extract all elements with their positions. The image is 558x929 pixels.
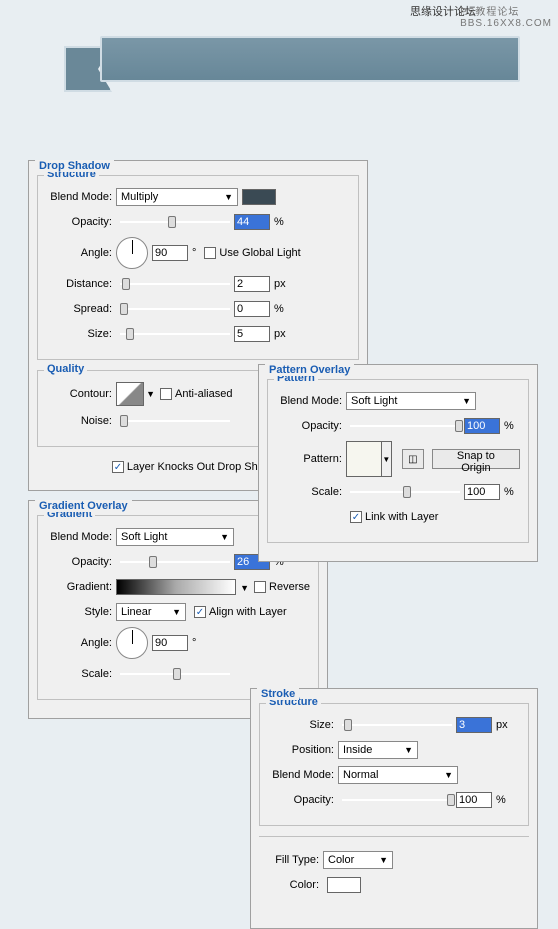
- color-label: Color:: [267, 879, 323, 891]
- spread-slider[interactable]: [120, 301, 230, 317]
- gradient-picker[interactable]: ▼: [116, 579, 236, 595]
- opacity-slider[interactable]: [120, 214, 230, 230]
- angle-input[interactable]: [152, 245, 188, 261]
- pattern-preview[interactable]: [346, 441, 382, 477]
- opacity-slider[interactable]: [350, 418, 460, 434]
- distance-input[interactable]: [234, 276, 270, 292]
- distance-slider[interactable]: [120, 276, 230, 292]
- blend-mode-select[interactable]: Normal▼: [338, 766, 458, 784]
- size-input[interactable]: [234, 326, 270, 342]
- chevron-down-icon: ▼: [146, 389, 155, 399]
- blend-mode-select[interactable]: Soft Light▼: [116, 528, 234, 546]
- ribbon-banner: [100, 36, 520, 92]
- spread-unit: %: [274, 303, 284, 315]
- opacity-input[interactable]: [464, 418, 500, 434]
- noise-label: Noise:: [46, 415, 116, 427]
- opacity-unit: %: [496, 794, 506, 806]
- opacity-label: Opacity:: [268, 794, 338, 806]
- gradient-label: Gradient:: [46, 581, 116, 593]
- blend-mode-label: Blend Mode:: [268, 769, 338, 781]
- opacity-slider[interactable]: [342, 792, 452, 808]
- scale-label: Scale:: [276, 486, 346, 498]
- opacity-unit: %: [274, 216, 284, 228]
- scale-slider[interactable]: [350, 484, 460, 500]
- opacity-unit: %: [504, 420, 514, 432]
- distance-label: Distance:: [46, 278, 116, 290]
- use-global-light-checkbox[interactable]: Use Global Light: [204, 247, 300, 259]
- chevron-down-icon: ▼: [172, 607, 181, 617]
- watermark-url: PS教程论坛BBS.16XX8.COM: [460, 3, 552, 29]
- snap-to-origin-button[interactable]: Snap to Origin: [432, 449, 520, 469]
- angle-unit: °: [192, 247, 196, 259]
- position-select[interactable]: Inside▼: [338, 741, 418, 759]
- position-label: Position:: [268, 744, 338, 756]
- size-unit: px: [274, 328, 286, 340]
- scale-input[interactable]: [464, 484, 500, 500]
- color-swatch[interactable]: [327, 877, 361, 893]
- size-slider[interactable]: [342, 717, 452, 733]
- antialias-checkbox[interactable]: Anti-aliased: [160, 388, 232, 400]
- opacity-slider[interactable]: [120, 554, 230, 570]
- noise-slider[interactable]: [120, 413, 230, 429]
- chevron-down-icon: ▼: [224, 192, 233, 202]
- blend-mode-label: Blend Mode:: [46, 191, 116, 203]
- chevron-down-icon: ▼: [462, 396, 471, 406]
- opacity-input[interactable]: [456, 792, 492, 808]
- angle-label: Angle:: [46, 247, 116, 259]
- spread-input[interactable]: [234, 301, 270, 317]
- pattern-label: Pattern:: [276, 453, 346, 465]
- link-with-layer-checkbox[interactable]: ✓Link with Layer: [350, 511, 438, 523]
- contour-picker[interactable]: ▼: [116, 382, 144, 406]
- scale-unit: %: [504, 486, 514, 498]
- align-with-layer-checkbox[interactable]: ✓Align with Layer: [194, 606, 287, 618]
- panel-title: Gradient Overlay: [35, 500, 132, 512]
- filltype-label: Fill Type:: [267, 854, 323, 866]
- chevron-down-icon: ▼: [379, 855, 388, 865]
- chevron-down-icon: ▼: [220, 532, 229, 542]
- angle-unit: °: [192, 637, 196, 649]
- angle-dial[interactable]: [116, 627, 148, 659]
- new-doc-icon[interactable]: ◫: [402, 449, 424, 469]
- quality-legend: Quality: [44, 363, 87, 375]
- pattern-overlay-panel: Pattern Overlay Pattern Blend Mode: Soft…: [258, 364, 538, 562]
- panel-title: Pattern Overlay: [265, 364, 354, 376]
- chevron-down-icon: ▼: [240, 583, 249, 593]
- style-label: Style:: [46, 606, 116, 618]
- blend-mode-select[interactable]: Soft Light▼: [346, 392, 476, 410]
- color-swatch[interactable]: [242, 189, 276, 205]
- size-slider[interactable]: [120, 326, 230, 342]
- size-label: Size:: [46, 328, 116, 340]
- contour-label: Contour:: [46, 388, 116, 400]
- chevron-down-icon: ▼: [404, 745, 413, 755]
- angle-label: Angle:: [46, 637, 116, 649]
- pattern-picker-caret[interactable]: ▼: [382, 441, 392, 477]
- blend-mode-label: Blend Mode:: [276, 395, 346, 407]
- reverse-checkbox[interactable]: Reverse: [254, 581, 310, 593]
- spread-label: Spread:: [46, 303, 116, 315]
- angle-input[interactable]: [152, 635, 188, 651]
- size-unit: px: [496, 719, 508, 731]
- style-select[interactable]: Linear▼: [116, 603, 186, 621]
- chevron-down-icon: ▼: [444, 770, 453, 780]
- distance-unit: px: [274, 278, 286, 290]
- filltype-select[interactable]: Color▼: [323, 851, 393, 869]
- scale-label: Scale:: [46, 668, 116, 680]
- opacity-label: Opacity:: [46, 556, 116, 568]
- panel-title: Drop Shadow: [35, 160, 114, 172]
- stroke-panel: Stroke Structure Size: px Position: Insi…: [250, 688, 538, 929]
- opacity-label: Opacity:: [46, 216, 116, 228]
- panel-title: Stroke: [257, 688, 299, 700]
- size-input[interactable]: [456, 717, 492, 733]
- blend-mode-select[interactable]: Multiply▼: [116, 188, 238, 206]
- size-label: Size:: [268, 719, 338, 731]
- scale-slider[interactable]: [120, 666, 230, 682]
- angle-dial[interactable]: [116, 237, 148, 269]
- blend-mode-label: Blend Mode:: [46, 531, 116, 543]
- opacity-input[interactable]: [234, 214, 270, 230]
- opacity-label: Opacity:: [276, 420, 346, 432]
